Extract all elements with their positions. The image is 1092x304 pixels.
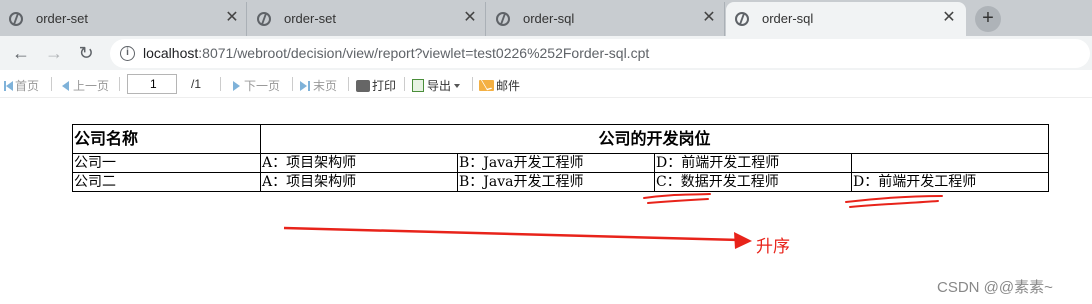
position-cell: D：前端开发工程师	[654, 153, 852, 173]
browser-tab-1[interactable]: order-set ✕	[0, 2, 247, 36]
arrow-head	[734, 232, 752, 249]
globe-icon	[735, 12, 749, 26]
divider	[292, 77, 293, 91]
globe-icon	[496, 12, 510, 26]
position-cell: C：数据开发工程师	[654, 172, 852, 192]
forward-arrow-icon[interactable]: →	[41, 40, 67, 66]
position-cell: A：项目架构师	[260, 153, 458, 173]
url-host: localhost	[143, 45, 199, 61]
first-page-button[interactable]: 首页	[4, 77, 39, 94]
globe-icon	[9, 12, 23, 26]
last-page-button[interactable]: 末页	[300, 77, 337, 94]
new-tab-button[interactable]: +	[975, 6, 1001, 32]
browser-tab-4[interactable]: order-sql ✕	[726, 2, 966, 36]
company-cell: 公司一	[72, 153, 261, 173]
underline-scribble-1	[643, 193, 711, 204]
header-company: 公司名称	[72, 124, 261, 154]
mail-label: 邮件	[496, 79, 521, 93]
browser-tab-2[interactable]: order-set ✕	[248, 2, 486, 36]
report-table: 公司名称 公司的开发岗位 公司一 A：项目架构师 B：Java开发工程师 D：前…	[72, 124, 1049, 192]
position-cell: D：前端开发工程师	[851, 172, 1049, 192]
mail-button[interactable]: 邮件	[479, 77, 520, 94]
table-row: 公司一 A：项目架构师 B：Java开发工程师 D：前端开发工程师	[72, 153, 1049, 173]
prev-page-label: 上一页	[73, 79, 110, 93]
position-cell: A：项目架构师	[260, 172, 458, 192]
close-icon[interactable]: ✕	[461, 9, 479, 27]
divider	[404, 77, 405, 91]
tab-title: order-sql	[523, 11, 575, 26]
report-toolbar: 首页 上一页 /1 下一页 末页 打印 导出 邮件	[0, 70, 1092, 98]
annotation-label: 升序	[756, 237, 790, 257]
printer-icon	[356, 80, 370, 92]
position-cell: B：Java开发工程师	[457, 153, 655, 173]
header-positions: 公司的开发岗位	[260, 124, 1049, 154]
print-button[interactable]: 打印	[356, 77, 396, 94]
tab-title: order-set	[284, 11, 337, 26]
globe-icon	[257, 12, 271, 26]
url-path: :8071/webroot/decision/view/report?viewl…	[198, 45, 650, 61]
browser-tab-strip: order-set ✕ order-set ✕ order-sql ✕ orde…	[0, 0, 1092, 36]
next-page-button[interactable]: 下一页	[233, 77, 280, 94]
last-page-icon	[308, 81, 310, 91]
tab-title: order-set	[36, 11, 89, 26]
next-page-icon	[233, 81, 240, 91]
divider	[119, 77, 120, 91]
arrow-line	[283, 226, 741, 242]
table-row: 公司二 A：项目架构师 B：Java开发工程师 C：数据开发工程师 D：前端开发…	[72, 172, 1049, 192]
export-icon	[412, 79, 424, 92]
mail-icon	[479, 80, 494, 91]
export-button[interactable]: 导出	[412, 77, 461, 94]
close-icon[interactable]: ✕	[223, 9, 241, 27]
tab-title: order-sql	[762, 11, 814, 26]
browser-tab-3[interactable]: order-sql ✕	[487, 2, 725, 36]
prev-page-icon	[62, 81, 69, 91]
company-cell: 公司二	[72, 172, 261, 192]
divider	[348, 77, 349, 91]
url-text: localhost:8071/webroot/decision/view/rep…	[143, 45, 649, 61]
close-icon[interactable]: ✕	[940, 9, 958, 27]
watermark: CSDN @@素素~	[937, 279, 1053, 296]
next-page-label: 下一页	[244, 79, 281, 93]
chevron-down-icon	[454, 84, 461, 88]
page-number-input[interactable]	[127, 74, 177, 94]
reload-icon[interactable]: ↻	[73, 40, 99, 66]
last-page-arrow-icon	[300, 81, 307, 91]
close-icon[interactable]: ✕	[700, 9, 718, 27]
position-cell	[851, 153, 1049, 173]
print-label: 打印	[372, 79, 397, 93]
underline-scribble-2	[845, 195, 943, 208]
first-page-label: 首页	[15, 79, 40, 93]
position-cell: B：Java开发工程师	[457, 172, 655, 192]
browser-toolbar: ← → ↻ i localhost:8071/webroot/decision/…	[0, 36, 1092, 70]
table-header-row: 公司名称 公司的开发岗位	[72, 124, 1049, 154]
address-bar[interactable]: i localhost:8071/webroot/decision/view/r…	[110, 39, 1090, 68]
divider	[472, 77, 473, 91]
divider	[220, 77, 221, 91]
info-icon[interactable]: i	[120, 46, 135, 61]
export-label: 导出	[427, 79, 452, 93]
back-arrow-icon[interactable]: ←	[8, 40, 34, 66]
last-page-label: 末页	[313, 79, 338, 93]
first-page-arrow-icon	[6, 81, 13, 91]
page-total: /1	[191, 77, 202, 91]
prev-page-button[interactable]: 上一页	[62, 77, 109, 94]
divider	[51, 77, 52, 91]
